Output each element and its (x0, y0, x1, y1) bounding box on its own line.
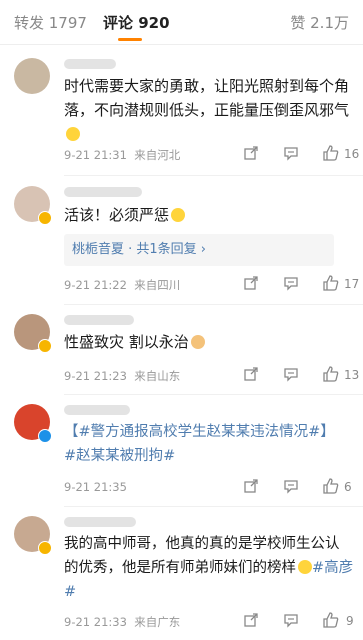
divider (64, 175, 363, 176)
comment-text: 【#警方通报高校学生赵某某违法情况#】 #赵某某被刑拘# (64, 420, 354, 468)
tab-comments[interactable]: 评论 920 (103, 12, 170, 33)
username[interactable] (64, 184, 142, 198)
fist-emoji-icon (190, 335, 205, 349)
comment-meta: 9-21 21:35 (64, 480, 127, 494)
divider (64, 304, 363, 305)
share-icon[interactable] (243, 145, 259, 161)
comment-meta: 9-21 21:33 来自广东 (64, 615, 181, 629)
share-icon[interactable] (243, 612, 259, 628)
share-icon[interactable] (243, 275, 259, 291)
active-tab-indicator (118, 38, 142, 41)
thumbs-up-icon[interactable] (322, 274, 340, 292)
hashtag-link[interactable]: 【#警方通报高校学生赵某某违法情况#】 (64, 424, 335, 440)
divider (64, 394, 363, 395)
share-icon[interactable] (243, 478, 259, 494)
verified-badge-icon (38, 429, 52, 443)
comment-icon[interactable] (283, 275, 299, 291)
smile-emoji-icon (171, 208, 186, 222)
like-count: 9 (346, 614, 354, 628)
like-count: 6 (344, 480, 352, 494)
like-count: 16 (344, 147, 360, 161)
comment-meta: 9-21 21:23 来自山东 (64, 369, 181, 383)
comment-meta: 9-21 21:31 来自河北 (64, 148, 181, 162)
thumbs-up-icon[interactable] (322, 144, 340, 162)
verified-badge-icon (38, 541, 52, 555)
hashtag-link[interactable]: #赵某某被刑拘# (64, 448, 175, 464)
thumbs-up-icon[interactable] (322, 611, 340, 629)
username[interactable] (64, 514, 136, 528)
like-count: 17 (344, 277, 360, 291)
thumbs-up-emoji-icon (66, 127, 80, 141)
comment-text: 我的高中师哥，他真的真的是学校师生公认 的优秀，他是所有师弟师妹们的榜样 #高彦# (64, 536, 354, 600)
thumbs-up-icon[interactable] (322, 477, 340, 495)
thumbs-up-icon[interactable] (322, 365, 340, 383)
divider (64, 506, 363, 507)
comment-icon[interactable] (283, 145, 299, 161)
tab-likes[interactable]: 赞 2.1万 (290, 12, 349, 33)
avatar[interactable] (14, 58, 50, 94)
reply-summary[interactable]: 桃栀音夏 · 共1条回复 › (64, 234, 334, 266)
verified-badge-icon (38, 339, 52, 353)
comment-meta: 9-21 21:22 来自四川 (64, 278, 181, 292)
share-icon[interactable] (243, 366, 259, 382)
verified-badge-icon (38, 211, 52, 225)
comment-icon[interactable] (283, 478, 299, 494)
comment-tabs: 转发 1797 评论 920 赞 2.1万 (0, 0, 363, 45)
comment-text: 时代需要大家的勇敢，让阳光照射到每个角落，不向潜规则低头，正能量压倒歪风邪气 (64, 74, 354, 146)
comment-text: 性盛致灾 割以永治 (64, 330, 354, 354)
tab-repost[interactable]: 转发 1797 (14, 12, 87, 33)
username[interactable] (64, 402, 130, 416)
like-count: 13 (344, 368, 360, 382)
comment-icon[interactable] (283, 366, 299, 382)
smile-emoji-icon (298, 560, 312, 574)
username[interactable] (64, 56, 116, 70)
username[interactable] (64, 312, 134, 326)
comment-icon[interactable] (283, 612, 299, 628)
comment-text: 活该！必须严惩 (64, 203, 354, 227)
